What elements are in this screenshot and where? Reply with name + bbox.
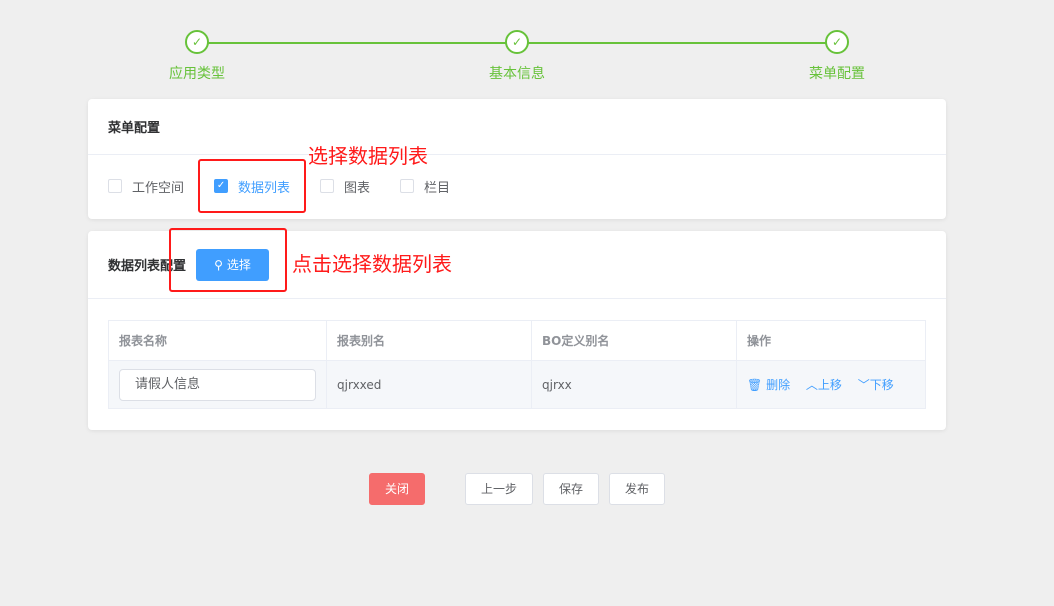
move-down-label: 下移 [869,378,894,392]
check-icon: ✓ [185,30,209,54]
save-button[interactable]: 保存 [543,473,599,505]
check-icon: ✓ [825,30,849,54]
checkbox-column[interactable]: 栏目 [400,177,450,196]
report-table: 报表名称 报表别名 BO定义别名 操作 请假人信息 qjrxxed qjrxx 🗑 删… [108,320,926,409]
delete-label: 删除 [766,378,791,392]
column-header: 报表别名 [326,320,532,361]
checkbox-label: 图表 [344,180,371,196]
checkbox-label: 栏目 [424,180,451,196]
publish-button[interactable]: 发布 [609,473,665,505]
report-alias: qjrxxed [326,360,532,409]
table-row: 请假人信息 qjrxxed qjrxx 🗑 删除 ︿上移 ﹀下移 [108,360,926,409]
checkbox-workspace[interactable]: 工作空间 [108,177,184,196]
column-header: 操作 [736,320,926,361]
column-header: 报表名称 [108,320,327,361]
step-label: 应用类型 [169,66,225,82]
step-basic-info: ✓ 基本信息 [467,30,567,83]
check-icon: ✓ [505,30,529,54]
move-up-button[interactable]: ︿上移 [806,378,842,392]
trash-icon: 🗑 [747,378,763,392]
chevron-down-icon: ﹀ [857,378,870,392]
annotation-box [198,159,306,213]
annotation-box [169,228,287,292]
close-button[interactable]: 关闭 [369,473,425,505]
bo-alias: qjrxx [531,360,737,409]
move-up-label: 上移 [817,378,842,392]
card-title: 菜单配置 [88,99,946,155]
prev-step-button[interactable]: 上一步 [465,473,533,505]
step-label: 菜单配置 [809,66,865,82]
move-down-button[interactable]: ﹀下移 [858,378,894,392]
chevron-up-icon: ︿ [805,378,818,392]
step-app-type: ✓ 应用类型 [147,30,247,83]
checkbox-chart[interactable]: 图表 [320,177,370,196]
checkbox-label: 工作空间 [132,180,185,196]
delete-button[interactable]: 🗑 删除 [747,378,790,392]
report-name-input[interactable]: 请假人信息 [119,368,316,401]
column-header: BO定义别名 [531,320,737,361]
annotation-text: 点击选择数据列表 [292,252,452,276]
steps: ✓ 应用类型 ✓ 基本信息 ✓ 菜单配置 [0,30,1054,90]
step-label: 基本信息 [489,66,545,82]
step-menu-config: ✓ 菜单配置 [787,30,887,83]
annotation-text: 选择数据列表 [308,144,428,168]
